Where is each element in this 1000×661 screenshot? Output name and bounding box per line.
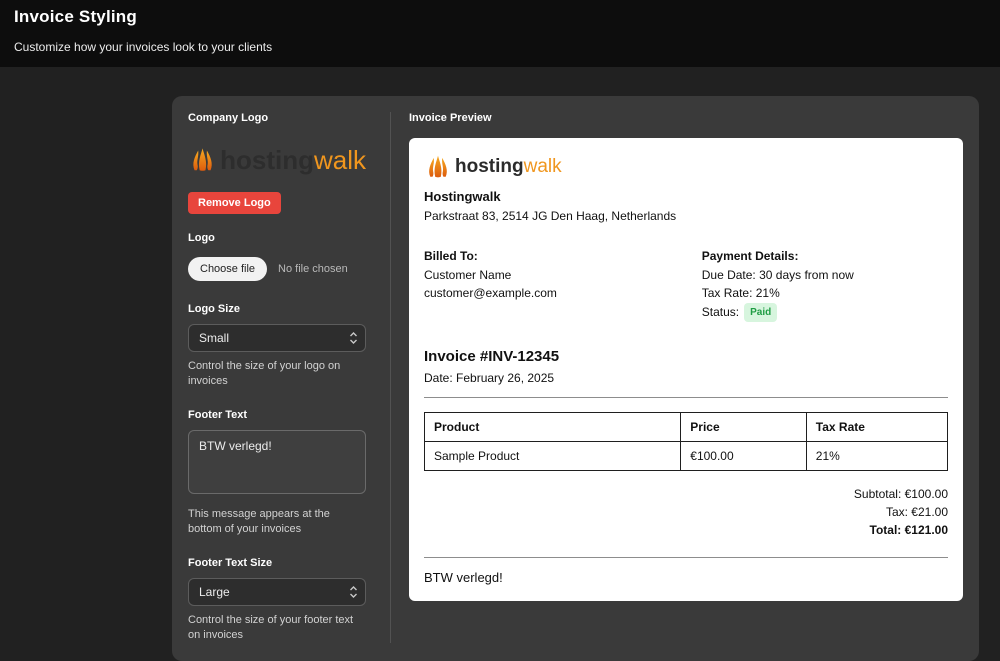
- page-header: Invoice Styling Customize how your invoi…: [0, 0, 1000, 67]
- logo-settings-column: Company Logo hostingwalk Remove Logo Log…: [188, 112, 390, 643]
- logo-size-help: Control the size of your logo on invoice…: [188, 360, 341, 388]
- brand-wordmark: hostingwalk: [455, 156, 562, 178]
- due-date: Due Date: 30 days from now: [701, 267, 854, 282]
- tax-rate: Tax Rate: 21%: [701, 286, 780, 301]
- remove-logo-button[interactable]: Remove Logo: [188, 192, 281, 214]
- logo-file-input: Choose file No file chosen: [188, 257, 366, 281]
- table-row: Sample Product €100.00 21%: [423, 441, 949, 472]
- company-address: Parkstraat 83, 2514 JG Den Haag, Netherl…: [424, 209, 677, 223]
- footer-size-select[interactable]: Large: [188, 577, 366, 606]
- company-logo-image: hostingwalk: [188, 140, 366, 180]
- totals-block: Subtotal: €100.00 Tax: €21.00 Total: €12…: [424, 485, 948, 539]
- flame-logo-icon: [193, 148, 212, 171]
- invoice-logo: hostingwalk: [424, 153, 948, 181]
- logo-size-select-wrap: Small: [188, 324, 366, 352]
- total-line: Total: €121.00: [869, 523, 948, 538]
- invoice-number: Invoice #INV-12345: [424, 348, 560, 366]
- invoice-styling-card: Company Logo hostingwalk Remove Logo Log…: [172, 96, 979, 661]
- brand-second-part: walk: [523, 156, 562, 177]
- invoice-preview-label: Invoice Preview: [409, 112, 492, 124]
- status-badge: Paid: [744, 302, 778, 323]
- invoice-footer-text: BTW verlegd!: [424, 570, 503, 586]
- invoice-date: Date: February 26, 2025: [424, 371, 555, 386]
- billed-to-block: Billed To: Customer Name customer@exampl…: [424, 247, 702, 322]
- company-logo-label: Company Logo: [188, 112, 269, 124]
- brand-wordmark: hostingwalk: [220, 145, 366, 176]
- footer-text-label: Footer Text: [188, 408, 248, 421]
- footer-size-select-wrap: Large: [188, 577, 366, 606]
- footer-size-help: Control the size of your footer text on …: [188, 613, 354, 641]
- customer-email: customer@example.com: [424, 286, 557, 301]
- table-header-row: Product Price Tax Rate: [423, 412, 949, 443]
- divider-line: [424, 397, 948, 399]
- choose-file-button[interactable]: Choose file: [188, 257, 268, 281]
- divider-line: [424, 557, 948, 559]
- status-line: Status: Paid: [701, 302, 948, 323]
- cell-product: Sample Product: [423, 441, 682, 472]
- customer-name: Customer Name: [424, 267, 512, 282]
- column-header-price: Price: [680, 412, 807, 443]
- subtotal-line: Subtotal: €100.00: [853, 487, 948, 502]
- cell-tax-rate: 21%: [805, 441, 949, 472]
- payment-details-label: Payment Details:: [701, 249, 799, 263]
- invoice-preview-card: hostingwalk Hostingwalk Parkstraat 83, 2…: [409, 138, 963, 602]
- footer-text-input[interactable]: BTW verlegd!: [188, 429, 366, 494]
- brand-first-part: hosting: [220, 144, 314, 175]
- logo-field-label: Logo: [188, 232, 215, 244]
- billing-section: Billed To: Customer Name customer@exampl…: [424, 247, 948, 323]
- file-status-text: No file chosen: [278, 263, 348, 275]
- billed-to-label: Billed To:: [424, 249, 478, 263]
- page-title: Invoice Styling: [14, 7, 137, 26]
- column-header-tax-rate: Tax Rate: [805, 412, 949, 443]
- column-header-product: Product: [423, 412, 682, 443]
- invoice-preview-column: Invoice Preview hostingwalk Hostingwalk …: [391, 112, 963, 643]
- logo-size-select[interactable]: Small: [188, 324, 366, 352]
- footer-size-label: Footer Text Size: [188, 556, 273, 569]
- flame-logo-icon: [429, 155, 447, 178]
- invoice-items-table: Product Price Tax Rate Sample Product €1…: [423, 412, 949, 472]
- company-name: Hostingwalk: [424, 189, 501, 204]
- payment-details-block: Payment Details: Due Date: 30 days from …: [701, 247, 948, 323]
- status-label: Status:: [701, 305, 740, 320]
- tax-line: Tax: €21.00: [885, 505, 948, 520]
- logo-size-label: Logo Size: [188, 303, 240, 315]
- page-subtitle: Customize how your invoices look to your…: [14, 40, 273, 54]
- footer-text-help: This message appears at the bottom of yo…: [188, 507, 330, 536]
- brand-second-part: walk: [313, 144, 366, 175]
- brand-first-part: hosting: [455, 156, 524, 177]
- cell-price: €100.00: [680, 441, 807, 472]
